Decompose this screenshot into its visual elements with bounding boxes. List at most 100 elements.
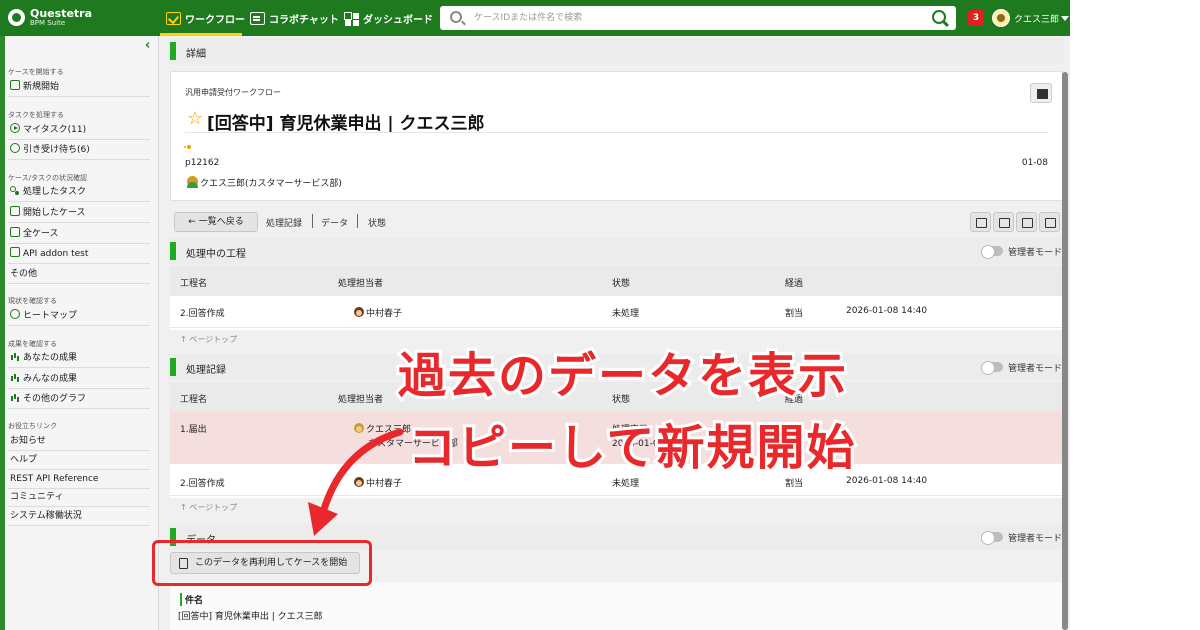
process-starter: クエス三郎(カスタマーサービス部) [200,179,342,189]
user-icon [187,176,198,188]
section-title: 処理中の工程 [186,249,246,260]
admin-mode-toggle[interactable]: 管理者モード [980,361,1062,375]
flow-nodes-icon [10,185,20,195]
section-marker [170,242,176,260]
nav-dashboard[interactable]: ダッシュボード [344,0,433,36]
section-header-detail: 詳細 [168,38,1064,64]
dashboard-icon [344,11,359,25]
download-circle-icon [10,143,20,153]
tab-separator [312,214,313,228]
admin-mode-toggle[interactable]: 管理者モード [980,245,1062,259]
assignee: 中村春子 [354,306,402,319]
logo-subtitle: BPM Suite [30,19,66,27]
nav-workflow[interactable]: ワークフロー [166,0,245,36]
section-header-current: 処理中の工程 管理者モード [168,238,1064,264]
sidebar-item-started[interactable]: 開始したケース [8,204,150,223]
scrollbar[interactable] [1062,72,1068,630]
workflow-icon [166,11,181,25]
tab-status[interactable]: 状態 [368,216,386,229]
bar-chart-icon [10,392,20,402]
sidebar-item-rest-api[interactable]: REST API Reference [8,470,150,489]
column-header: 処理担当者 [338,395,384,405]
process-id: p12162 [185,158,220,168]
sidebar-heading-links: お役立ちリンク [8,422,57,430]
star-icon[interactable]: ☆ [187,108,203,129]
sidebar: ‹ ケースを開始する 新規開始 タスクを処理する マイタスク(11) 引き受け待… [0,36,159,630]
sidebar-heading-status: ケース/タスクの状況確認 [8,174,88,182]
tab-data[interactable]: データ [321,216,348,229]
step-status: 未処理 [612,309,640,319]
collapse-sidebar-icon[interactable]: ‹ [145,38,150,53]
annotation-text-line1: 過去のデータを表示 [395,345,849,407]
sidebar-item-system-status[interactable]: システム稼働状況 [8,507,150,526]
timestamp: 2026-01-08 14:40 [846,476,928,486]
tab-separator [357,214,358,228]
section-marker [170,42,176,60]
section-title: 処理記録 [186,365,226,376]
sidebar-item-new-start[interactable]: 新規開始 [8,78,150,97]
sidebar-item-heatmap[interactable]: ヒートマップ [8,307,150,326]
annotation-text-line2: コピーして新規開始 [405,417,858,479]
sidebar-heading-start: ケースを開始する [8,68,64,76]
step-name: 2.回答作成 [180,309,225,319]
timestamp: 2026-01-08 14:40 [846,306,928,316]
sidebar-item-offered[interactable]: 引き受け待ち(6) [8,141,150,160]
sidebar-item-help[interactable]: ヘルプ [8,451,150,470]
field-value: [回答中] 育児休業申出 | クエス三郎 [178,612,323,622]
notification-badge[interactable]: 3 [968,10,984,26]
sidebar-item-everyone-results[interactable]: みんなの成果 [8,370,150,389]
manual-book-icon[interactable] [1030,83,1052,103]
tab-history[interactable]: 処理記録 [266,216,302,229]
toggle-switch-icon [980,245,1003,259]
section-title: 詳細 [186,49,206,60]
sidebar-item-processed[interactable]: 処理したタスク [8,183,150,202]
nav-chat-label: コラボチャット [269,14,339,26]
app-logo[interactable]: Questetra BPM Suite [6,6,146,30]
annotation-arrow [308,428,404,536]
print-icon[interactable] [993,212,1014,232]
heatmap-icon [10,309,20,319]
column-header: 経過 [785,279,804,289]
sidebar-item-other-graphs[interactable]: その他のグラフ [8,390,150,409]
detail-toolbar: ← 一覧へ戻る 処理記録 データ 状態 [170,210,1063,234]
sidebar-item-api-addon[interactable]: API addon test [8,245,150,264]
search-icon[interactable] [932,10,948,26]
cases-icon [10,206,20,216]
step-name: 2.回答作成 [180,479,225,489]
sidebar-item-other[interactable]: その他 [8,265,150,284]
sidebar-item-news[interactable]: お知らせ [8,432,150,451]
comment-icon[interactable] [970,212,991,232]
sidebar-heading-tasks: タスクを処理する [8,111,64,119]
highlight-box [152,540,372,586]
column-header: 工程名 [180,395,208,405]
search-box [440,6,956,30]
sidebar-item-my-tasks[interactable]: マイタスク(11) [8,121,150,140]
page-top-link[interactable]: ↑ ページトップ [180,502,237,513]
trash-icon[interactable] [1039,212,1060,232]
back-to-list-button[interactable]: ← 一覧へ戻る [174,212,258,232]
column-header: 状態 [612,279,631,289]
section-marker [170,358,176,376]
chevron-down-icon[interactable] [1061,16,1069,21]
elapsed: 割当 [785,309,804,319]
chat-icon [250,11,265,25]
avatar[interactable] [992,9,1010,27]
search-input[interactable] [474,9,914,27]
play-circle-icon [10,123,20,133]
step-name: 1.届出 [180,425,207,435]
sidebar-item-your-results[interactable]: あなたの成果 [8,349,150,368]
field-label: 件名 [180,593,203,606]
table-row[interactable]: 2.回答作成 中村春子 未処理 割当 2026-01-08 14:40 [170,296,1063,328]
sidebar-item-community[interactable]: コミュニティ [8,488,150,507]
close-icon[interactable] [1016,212,1037,232]
admin-mode-toggle[interactable]: 管理者モード [980,531,1062,545]
nav-chat[interactable]: コラボチャット [250,0,339,36]
sidebar-item-all-cases[interactable]: 全ケース [8,225,150,244]
top-bar: Questetra BPM Suite ワークフロー コラボチャット ダッシュボ… [0,0,1070,36]
search-lead-icon [450,11,462,23]
page-top-link[interactable]: ↑ ページトップ [180,334,237,345]
toggle-switch-icon [980,531,1003,545]
divider [185,132,1049,133]
sidebar-heading-results: 成果を確認する [8,340,57,348]
user-name[interactable]: クエス三郎 [1014,12,1059,25]
